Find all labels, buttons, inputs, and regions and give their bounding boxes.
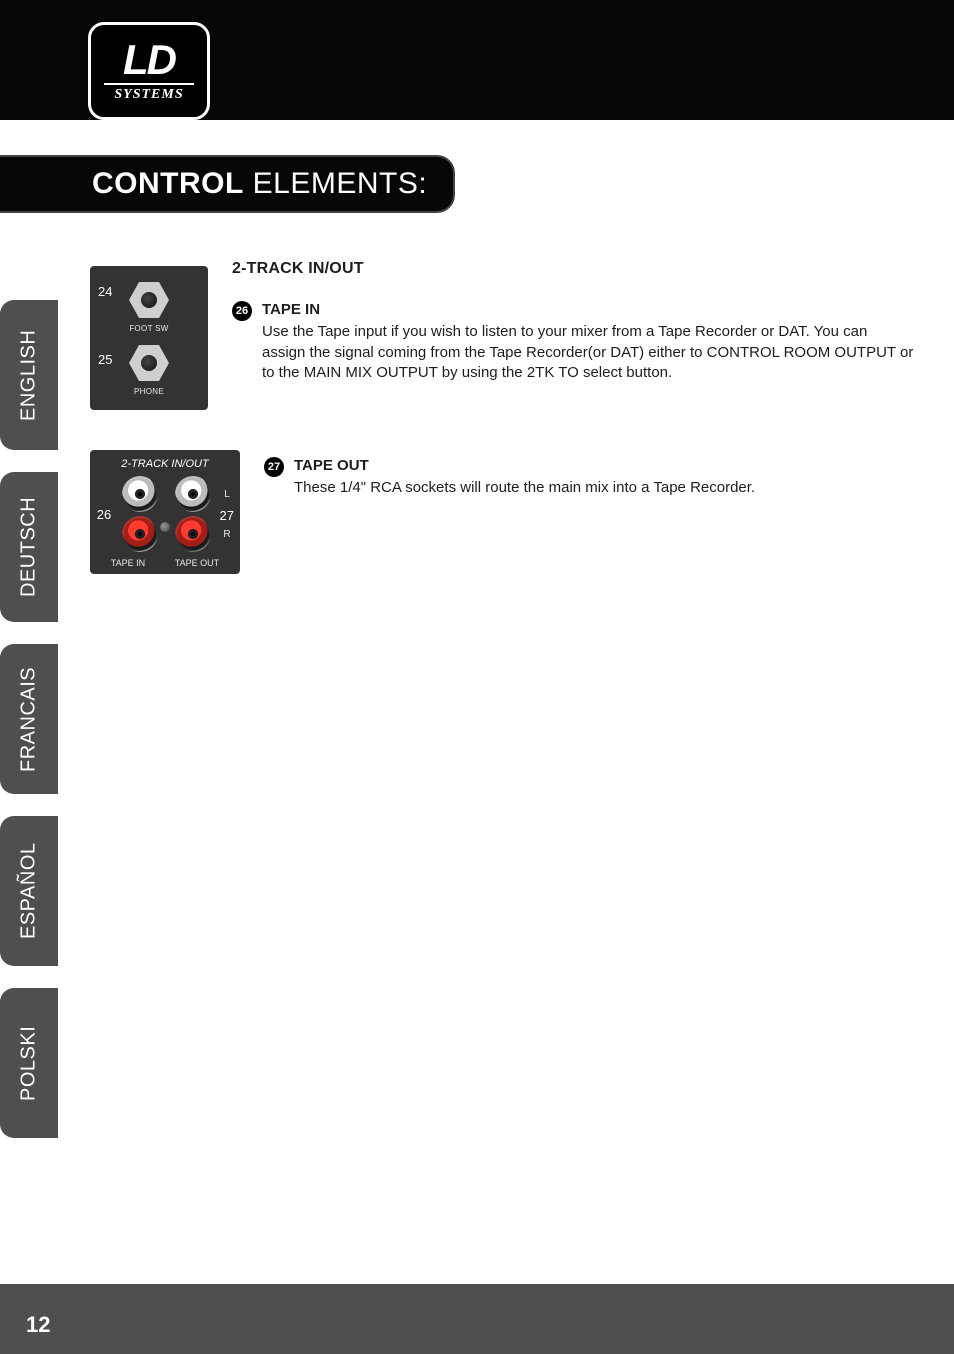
lang-tab-polski[interactable]: POLSKI <box>0 988 58 1138</box>
page-number: 12 <box>26 1312 50 1338</box>
section-2track-header: 24 FOOT SW 25 PHONE 2-TRACK IN/OUT 26 TA… <box>90 260 914 410</box>
logo-divider <box>104 83 194 85</box>
label-footsw: FOOT SW <box>129 324 168 333</box>
item-26: 26 TAPE IN Use the Tape input if you wis… <box>232 300 914 383</box>
brand-logo: LD SYSTEMS <box>88 22 210 120</box>
rca-out-r-icon <box>175 516 211 552</box>
lang-tab-deutsch[interactable]: DEUTSCH <box>0 472 58 622</box>
logo-ld-text: LD <box>123 39 175 81</box>
jack-phone-icon <box>129 343 169 383</box>
item-27: 27 TAPE OUT These 1/4" RCA sockets will … <box>264 456 784 499</box>
item-27-title: TAPE OUT <box>294 456 755 476</box>
callout-25: 25 <box>98 352 112 367</box>
lang-tab-francais[interactable]: FRANCAIS <box>0 644 58 794</box>
page-title-light: ELEMENTS: <box>244 167 427 200</box>
heading-2track: 2-TRACK IN/OUT <box>232 260 914 278</box>
callout-27: 27 <box>220 508 234 523</box>
content-area: 24 FOOT SW 25 PHONE 2-TRACK IN/OUT 26 TA… <box>90 260 914 614</box>
diagram-jacks-panel: 24 FOOT SW 25 PHONE <box>90 266 208 410</box>
rca-out-l-icon <box>175 476 211 512</box>
label-tape-in: TAPE IN <box>111 558 145 568</box>
label-tape-out: TAPE OUT <box>175 558 219 568</box>
item-27-body: These 1/4" RCA sockets will route the ma… <box>294 479 755 496</box>
label-r: R <box>223 529 230 540</box>
bullet-27-icon: 27 <box>264 457 284 477</box>
lang-tab-english[interactable]: ENGLISH <box>0 300 58 450</box>
section-tape-out: 2-TRACK IN/OUT 26 L R 27 TAPE I <box>90 450 914 574</box>
page-title-wrap: CONTROL ELEMENTS: <box>0 155 455 213</box>
page-title: CONTROL ELEMENTS: <box>0 155 455 213</box>
callout-26: 26 <box>97 507 111 522</box>
label-l: L <box>224 489 230 500</box>
jack-footsw-icon <box>129 280 169 320</box>
bullet-26-icon: 26 <box>232 301 252 321</box>
rca-in-r-icon <box>122 516 158 552</box>
callout-24: 24 <box>98 284 112 299</box>
page-title-bold: CONTROL <box>92 167 244 200</box>
lang-tab-espanol[interactable]: ESPAÑOL <box>0 816 58 966</box>
screw-icon <box>160 522 170 532</box>
language-rail: ENGLISH DEUTSCH FRANCAIS ESPAÑOL POLSKI <box>0 300 58 1160</box>
panel2-header: 2-TRACK IN/OUT <box>96 458 234 470</box>
label-phone: PHONE <box>134 387 164 396</box>
bottom-bar <box>0 1284 954 1354</box>
diagram-rca-panel: 2-TRACK IN/OUT 26 L R 27 TAPE I <box>90 450 240 574</box>
item-26-body: Use the Tape input if you wish to listen… <box>262 323 913 381</box>
item-26-title: TAPE IN <box>262 300 914 320</box>
logo-systems-text: SYSTEMS <box>114 87 183 103</box>
rca-in-l-icon <box>122 476 158 512</box>
